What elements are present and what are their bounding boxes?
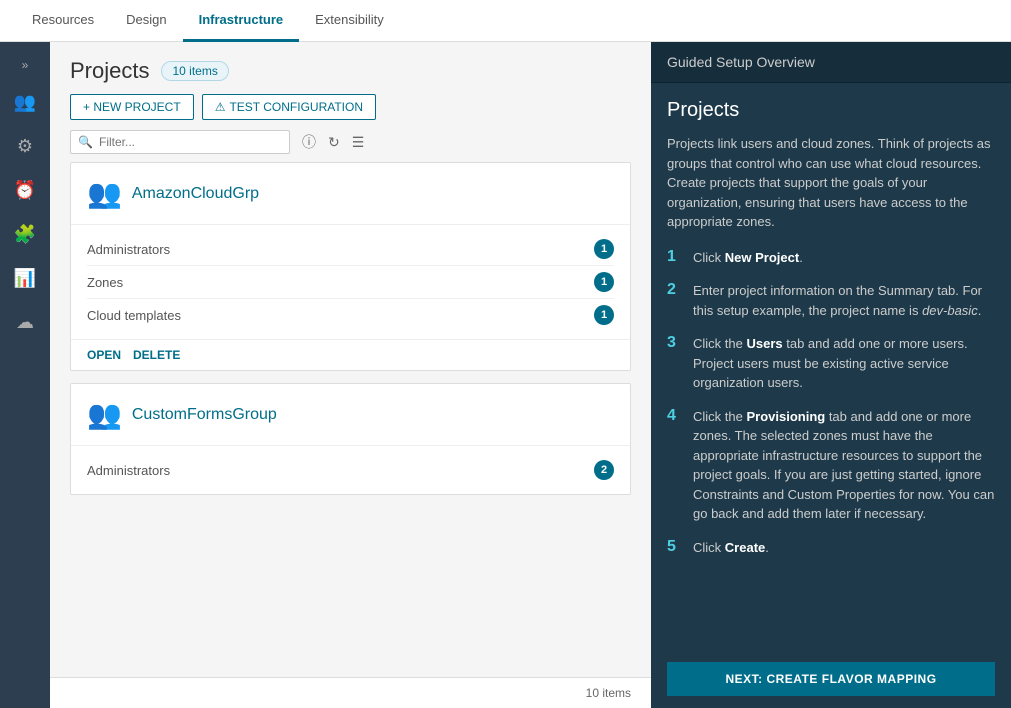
step-text-1: Click New Project. — [693, 248, 803, 268]
guided-header: Guided Setup Overview — [651, 42, 1011, 83]
sidebar-icon-cloud[interactable]: ☁ — [5, 302, 45, 342]
guided-title: Projects — [667, 99, 995, 122]
test-config-icon: ⚠ — [215, 100, 226, 114]
stat-label-cloud-templates: Cloud templates — [87, 308, 181, 323]
step-num-1: 1 — [667, 248, 683, 266]
stat-count-cloud-templates: 1 — [594, 305, 614, 325]
list-footer: 10 items — [50, 677, 651, 708]
stat-count-administrators: 1 — [594, 239, 614, 259]
nav-item-extensibility[interactable]: Extensibility — [299, 0, 400, 42]
list-view-icon[interactable]: ☰ — [348, 132, 369, 153]
footer-item-count: 10 items — [586, 686, 631, 700]
nav-item-infrastructure[interactable]: Infrastructure — [183, 0, 300, 42]
top-nav: Resources Design Infrastructure Extensib… — [0, 0, 1011, 42]
filter-input[interactable] — [70, 130, 290, 154]
step-num-2: 2 — [667, 281, 683, 299]
guided-footer: NEXT: CREATE FLAVOR MAPPING — [651, 650, 1011, 708]
info-icon[interactable]: ⓘ — [298, 130, 320, 154]
sidebar-icon-puzzle[interactable]: 🧩 — [5, 214, 45, 254]
guided-step-4: 4 Click the Provisioning tab and add one… — [667, 407, 995, 524]
project-icon-customforms: 👥 — [87, 398, 122, 431]
project-name-amazon[interactable]: AmazonCloudGrp — [132, 185, 259, 203]
test-configuration-button[interactable]: ⚠ TEST CONFIGURATION — [202, 94, 376, 120]
stat-row-cloud-templates: Cloud templates 1 — [87, 299, 614, 331]
nav-item-design[interactable]: Design — [110, 0, 182, 42]
guided-header-title: Guided Setup Overview — [667, 54, 815, 70]
sidebar-icon-clock[interactable]: ⏰ — [5, 170, 45, 210]
stat-row-admins-cf: Administrators 2 — [87, 454, 614, 486]
guided-content: Projects Projects link users and cloud z… — [651, 83, 1011, 650]
step-text-3: Click the Users tab and add one or more … — [693, 334, 995, 393]
stat-row-administrators: Administrators 1 — [87, 233, 614, 266]
sidebar: » 👥 ⚙ ⏰ 🧩 📊 ☁ — [0, 42, 50, 708]
next-button[interactable]: NEXT: CREATE FLAVOR MAPPING — [667, 662, 995, 696]
guided-step-3: 3 Click the Users tab and add one or mor… — [667, 334, 995, 393]
project-stats-customforms: Administrators 2 — [71, 446, 630, 494]
guided-step-2: 2 Enter project information on the Summa… — [667, 281, 995, 320]
project-card-customforms: 👥 CustomFormsGroup Administrators 2 — [70, 383, 631, 495]
delete-link-amazon[interactable]: DELETE — [133, 348, 180, 362]
nav-item-resources[interactable]: Resources — [16, 0, 110, 42]
stat-label-admins-cf: Administrators — [87, 463, 170, 478]
stat-count-admins-cf: 2 — [594, 460, 614, 480]
step-text-2: Enter project information on the Summary… — [693, 281, 995, 320]
refresh-icon[interactable]: ↻ — [324, 132, 344, 153]
project-icon-amazon: 👥 — [87, 177, 122, 210]
search-icon: 🔍 — [78, 135, 93, 149]
page-title: Projects — [70, 58, 149, 84]
step-text-4: Click the Provisioning tab and add one o… — [693, 407, 995, 524]
guided-setup-panel: Guided Setup Overview Projects Projects … — [651, 42, 1011, 708]
stat-count-zones: 1 — [594, 272, 614, 292]
sidebar-toggle[interactable]: » — [0, 50, 50, 80]
stat-label-administrators: Administrators — [87, 242, 170, 257]
new-project-button[interactable]: + NEW PROJECT — [70, 94, 194, 120]
test-config-label: TEST CONFIGURATION — [229, 100, 363, 114]
sidebar-icon-users[interactable]: 👥 — [5, 82, 45, 122]
guided-intro: Projects link users and cloud zones. Thi… — [667, 134, 995, 232]
step-num-5: 5 — [667, 538, 683, 556]
sidebar-icon-chart[interactable]: 📊 — [5, 258, 45, 298]
step-text-5: Click Create. — [693, 538, 769, 558]
items-badge: 10 items — [161, 61, 228, 81]
step-num-4: 4 — [667, 407, 683, 425]
step-num-3: 3 — [667, 334, 683, 352]
project-card-amazon: 👥 AmazonCloudGrp Administrators 1 Zones … — [70, 162, 631, 371]
stat-row-zones: Zones 1 — [87, 266, 614, 299]
guided-step-1: 1 Click New Project. — [667, 248, 995, 268]
open-link-amazon[interactable]: OPEN — [87, 348, 121, 362]
sidebar-icon-settings[interactable]: ⚙ — [5, 126, 45, 166]
project-stats-amazon: Administrators 1 Zones 1 Cloud templates… — [71, 225, 630, 339]
projects-list: 👥 AmazonCloudGrp Administrators 1 Zones … — [50, 162, 651, 677]
guided-step-5: 5 Click Create. — [667, 538, 995, 558]
project-name-customforms[interactable]: CustomFormsGroup — [132, 406, 277, 424]
stat-label-zones: Zones — [87, 275, 123, 290]
